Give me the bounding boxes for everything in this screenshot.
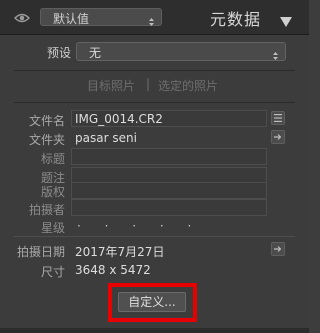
tab-selected-photos[interactable]: 选定的照片: [158, 77, 218, 94]
metadata-panel: 默认值 元数据 预设 无 目标照片 | 选定的照片 文件名 IMG_0014.C…: [0, 0, 309, 333]
divider: [14, 70, 295, 71]
title-field[interactable]: [71, 148, 267, 165]
metadata-set-select[interactable]: 默认值: [40, 8, 162, 26]
collapse-triangle-icon[interactable]: [280, 12, 292, 27]
divider: [14, 236, 295, 237]
preset-label: 预设: [47, 46, 72, 60]
creator-label: 拍摄者: [28, 203, 65, 217]
copyright-field[interactable]: [71, 182, 267, 199]
go-arrow-icon[interactable]: [271, 130, 285, 144]
tab-separator: |: [146, 77, 151, 91]
panel-header: 默认值 元数据: [0, 0, 309, 35]
dimensions-value: 3648 x 5472: [75, 263, 151, 277]
go-arrow-icon[interactable]: [271, 242, 285, 256]
folder-label: 文件夹: [28, 133, 65, 147]
panel-title: 元数据: [210, 10, 262, 29]
eye-icon[interactable]: [14, 10, 30, 24]
rating-label: 星级: [40, 221, 65, 235]
metadata-set-value: 默认值: [53, 12, 90, 26]
filename-label: 文件名: [28, 114, 65, 128]
preset-select[interactable]: 无: [76, 42, 286, 61]
divider: [14, 102, 295, 103]
capture-date-value: 2017年7月27日: [75, 245, 165, 259]
dimensions-label: 尺寸: [40, 265, 65, 279]
updown-arrows-icon: [272, 46, 279, 60]
filename-value: IMG_0014.CR2: [75, 112, 163, 126]
title-label: 标题: [40, 152, 65, 166]
highlight-box: [108, 283, 197, 322]
photo-scope-tabs: 目标照片 | 选定的照片: [0, 77, 309, 95]
copyright-label: 版权: [40, 185, 65, 199]
tab-target-photo[interactable]: 目标照片: [87, 77, 135, 94]
folder-value: pasar seni: [75, 131, 137, 145]
list-icon[interactable]: [271, 111, 285, 125]
preset-value: 无: [89, 46, 102, 60]
creator-field[interactable]: [71, 199, 267, 216]
panel-footer: [0, 328, 309, 333]
updown-arrows-icon: [148, 12, 155, 26]
rating-stars[interactable]: · · · · ·: [77, 219, 201, 233]
capture-date-label: 拍摄日期: [16, 245, 65, 259]
